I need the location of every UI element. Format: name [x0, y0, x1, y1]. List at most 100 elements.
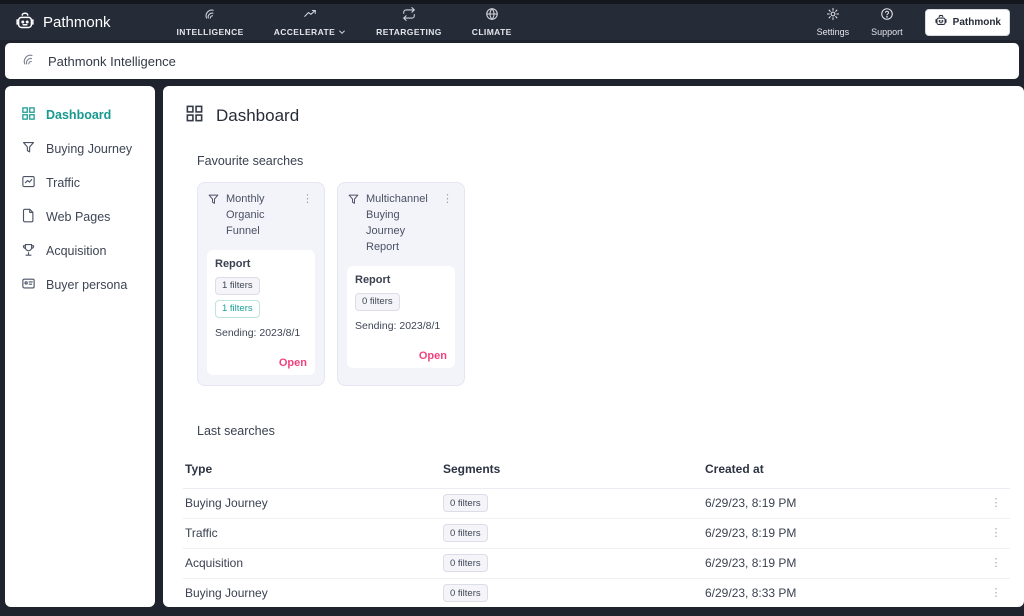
nav-item-accelerate[interactable]: ACCELERATE [274, 7, 346, 37]
grid-icon [185, 104, 204, 128]
product-header-bar: Pathmonk Intelligence [5, 43, 1019, 79]
column-header-type: Type [185, 462, 443, 476]
question-icon [880, 7, 894, 26]
funnel-icon [207, 192, 220, 240]
robot-icon [14, 11, 36, 33]
row-type: Traffic [185, 526, 443, 540]
favourite-card[interactable]: Monthly Organic Funnel ⋮ Report 1 filter… [197, 182, 325, 386]
table-row[interactable]: Acquisition 0 filters 6/29/23, 8:19 PM ⋮ [183, 549, 1010, 579]
segments-badge: 0 filters [443, 584, 488, 602]
open-link[interactable]: Open [215, 357, 307, 369]
row-created-at: 6/29/23, 8:33 PM [705, 586, 982, 600]
favourite-card[interactable]: Multichannel Buying Journey Report ⋮ Rep… [337, 182, 465, 386]
grid-icon [21, 106, 36, 124]
kebab-menu-icon[interactable]: ⋮ [440, 192, 455, 256]
favourite-cards: Monthly Organic Funnel ⋮ Report 1 filter… [197, 182, 1010, 386]
fingerprint-icon [21, 52, 36, 70]
sidebar-item-buying-journey[interactable]: Buying Journey [5, 132, 155, 166]
kebab-menu-icon[interactable]: ⋮ [989, 526, 1004, 541]
nav-item-intelligence[interactable]: INTELLIGENCE [177, 7, 244, 37]
sidebar-item-buyer-persona[interactable]: Buyer persona [5, 268, 155, 302]
row-created-at: 6/29/23, 8:19 PM [705, 526, 982, 540]
column-header-segments: Segments [443, 462, 705, 476]
filters-badge: 0 filters [355, 293, 400, 311]
repeat-icon [402, 7, 416, 26]
sidebar-item-label: Acquisition [46, 244, 106, 258]
last-searches-table: Type Segments Created at Buying Journey … [183, 452, 1010, 607]
support-label: Support [871, 27, 903, 37]
table-row[interactable]: Traffic 0 filters 6/29/23, 8:19 PM ⋮ [183, 519, 1010, 549]
report-label: Report [355, 274, 447, 286]
row-created-at: 6/29/23, 8:19 PM [705, 556, 982, 570]
column-header-created-at: Created at [705, 462, 982, 476]
nav-item-label: CLIMATE [472, 27, 512, 37]
content-area: Dashboard Buying Journey Traffic [5, 86, 1024, 607]
page-title-text: Dashboard [216, 106, 299, 126]
nav-item-label: RETARGETING [376, 27, 442, 37]
product-title: Pathmonk Intelligence [48, 54, 176, 69]
nav-right-group: Settings Support [817, 7, 1010, 37]
sidebar-item-label: Web Pages [46, 210, 110, 224]
gear-icon [826, 7, 840, 26]
filters-badge: 1 filters [215, 300, 260, 318]
support-button[interactable]: Support [871, 7, 903, 37]
sidebar-item-acquisition[interactable]: Acquisition [5, 234, 155, 268]
table-row[interactable]: Buying Journey 0 filters 6/29/23, 8:33 P… [183, 579, 1010, 607]
brand-name: Pathmonk [43, 14, 111, 31]
nav-item-label: INTELLIGENCE [177, 27, 244, 37]
favourite-searches-heading: Favourite searches [197, 154, 1010, 168]
filters-badge: 1 filters [215, 277, 260, 295]
sidebar-item-label: Buyer persona [46, 278, 127, 292]
report-label: Report [215, 258, 307, 270]
sidebar-item-label: Traffic [46, 176, 80, 190]
favourite-card-title: Multichannel Buying Journey Report [366, 192, 434, 256]
trophy-icon [21, 242, 36, 260]
row-type: Acquisition [185, 556, 443, 570]
account-button[interactable]: Pathmonk [925, 9, 1010, 36]
nav-item-label: ACCELERATE [274, 27, 335, 37]
segments-badge: 0 filters [443, 494, 488, 512]
row-type: Buying Journey [185, 586, 443, 600]
chevron-down-icon [338, 28, 346, 36]
page-title: Dashboard [183, 100, 1010, 128]
table-header-row: Type Segments Created at [183, 452, 1010, 489]
sidebar: Dashboard Buying Journey Traffic [5, 86, 155, 607]
row-type: Buying Journey [185, 496, 443, 510]
sending-date: Sending: 2023/8/1 [355, 320, 447, 332]
favourite-card-title: Monthly Organic Funnel [226, 192, 294, 240]
table-row[interactable]: Buying Journey 0 filters 6/29/23, 8:19 P… [183, 489, 1010, 519]
chart-icon [21, 174, 36, 192]
sidebar-item-web-pages[interactable]: Web Pages [5, 200, 155, 234]
main-panel: Dashboard Favourite searches Monthly Org… [163, 86, 1024, 607]
sidebar-item-traffic[interactable]: Traffic [5, 166, 155, 200]
badge-icon [21, 276, 36, 294]
open-link[interactable]: Open [355, 350, 447, 362]
page-icon [21, 208, 36, 226]
nav-item-climate[interactable]: CLIMATE [472, 7, 512, 37]
sidebar-item-label: Dashboard [46, 108, 111, 122]
settings-label: Settings [817, 27, 850, 37]
settings-button[interactable]: Settings [817, 7, 850, 37]
globe-icon [485, 7, 499, 26]
kebab-menu-icon[interactable]: ⋮ [989, 556, 1004, 571]
nav-menu: INTELLIGENCE ACCELERATE RETARGETING [177, 7, 512, 37]
last-searches-heading: Last searches [197, 424, 1010, 438]
segments-badge: 0 filters [443, 524, 488, 542]
segments-badge: 0 filters [443, 554, 488, 572]
kebab-menu-icon[interactable]: ⋮ [300, 192, 315, 240]
account-label: Pathmonk [953, 17, 1001, 28]
sidebar-item-label: Buying Journey [46, 142, 132, 156]
robot-icon [934, 14, 948, 31]
kebab-menu-icon[interactable]: ⋮ [989, 496, 1004, 511]
brand-logo[interactable]: Pathmonk [14, 11, 111, 33]
sending-date: Sending: 2023/8/1 [215, 327, 307, 339]
funnel-icon [347, 192, 360, 256]
trending-up-icon [302, 7, 318, 26]
top-navigation-bar: Pathmonk INTELLIGENCE ACCELERATE [0, 0, 1024, 40]
nav-item-retargeting[interactable]: RETARGETING [376, 7, 442, 37]
kebab-menu-icon[interactable]: ⋮ [989, 586, 1004, 601]
funnel-icon [21, 140, 36, 158]
row-created-at: 6/29/23, 8:19 PM [705, 496, 982, 510]
fingerprint-icon [203, 7, 217, 26]
sidebar-item-dashboard[interactable]: Dashboard [5, 98, 155, 132]
